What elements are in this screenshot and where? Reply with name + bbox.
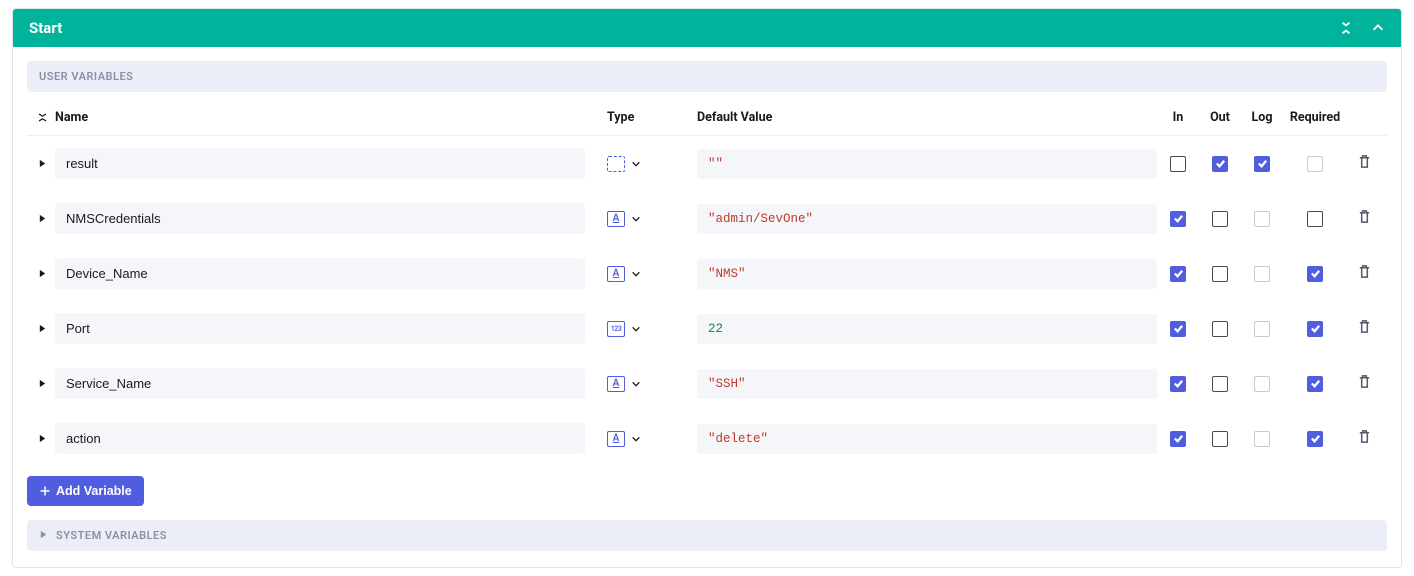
log-checkbox[interactable] bbox=[1254, 376, 1270, 392]
panel-title: Start bbox=[29, 19, 62, 37]
delete-row-button[interactable] bbox=[1357, 209, 1372, 228]
required-checkbox[interactable] bbox=[1307, 376, 1323, 392]
in-checkbox[interactable] bbox=[1170, 321, 1186, 337]
out-checkbox[interactable] bbox=[1212, 156, 1228, 172]
type-string-icon bbox=[607, 431, 625, 447]
type-select[interactable] bbox=[607, 376, 677, 392]
panel-header: Start bbox=[13, 9, 1401, 47]
default-value-input[interactable] bbox=[697, 314, 1157, 344]
delete-row-button[interactable] bbox=[1357, 429, 1372, 448]
required-checkbox[interactable] bbox=[1307, 266, 1323, 282]
in-checkbox[interactable] bbox=[1170, 266, 1186, 282]
type-string-icon bbox=[607, 211, 625, 227]
variable-name-input[interactable] bbox=[55, 148, 585, 179]
type-string-icon bbox=[607, 376, 625, 392]
out-checkbox[interactable] bbox=[1212, 266, 1228, 282]
chevron-down-icon bbox=[631, 269, 641, 279]
chevron-down-icon bbox=[631, 214, 641, 224]
variable-name-input[interactable] bbox=[55, 203, 585, 234]
variable-name-input[interactable] bbox=[55, 313, 585, 344]
header-log: Log bbox=[1241, 110, 1283, 125]
chevron-down-icon bbox=[631, 159, 641, 169]
default-value-input[interactable] bbox=[697, 369, 1157, 399]
delete-row-button[interactable] bbox=[1357, 374, 1372, 393]
panel-header-actions bbox=[1339, 21, 1385, 35]
in-checkbox[interactable] bbox=[1170, 211, 1186, 227]
chevron-down-icon bbox=[631, 324, 641, 334]
header-required: Required bbox=[1283, 110, 1347, 125]
required-checkbox[interactable] bbox=[1307, 321, 1323, 337]
log-checkbox[interactable] bbox=[1254, 321, 1270, 337]
out-checkbox[interactable] bbox=[1212, 321, 1228, 337]
add-variable-label: Add Variable bbox=[56, 484, 132, 498]
default-value-input[interactable] bbox=[697, 204, 1157, 234]
out-checkbox[interactable] bbox=[1212, 376, 1228, 392]
type-number-icon bbox=[607, 321, 625, 337]
variable-row bbox=[27, 191, 1387, 246]
type-select[interactable] bbox=[607, 321, 677, 337]
log-checkbox[interactable] bbox=[1254, 156, 1270, 172]
expand-row-icon[interactable] bbox=[33, 269, 51, 278]
chevron-up-icon[interactable] bbox=[1371, 21, 1385, 35]
delete-row-button[interactable] bbox=[1357, 319, 1372, 338]
collapse-all-icon[interactable] bbox=[33, 112, 51, 123]
chevron-down-icon bbox=[631, 379, 641, 389]
variable-name-input[interactable] bbox=[55, 368, 585, 399]
expand-row-icon[interactable] bbox=[33, 214, 51, 223]
expand-row-icon[interactable] bbox=[33, 159, 51, 168]
variable-name-input[interactable] bbox=[55, 423, 585, 454]
type-any-icon bbox=[607, 156, 625, 172]
variable-row bbox=[27, 136, 1387, 191]
variable-row bbox=[27, 411, 1387, 466]
delete-row-button[interactable] bbox=[1357, 264, 1372, 283]
required-checkbox[interactable] bbox=[1307, 431, 1323, 447]
type-select[interactable] bbox=[607, 431, 677, 447]
header-type: Type bbox=[607, 110, 677, 125]
in-checkbox[interactable] bbox=[1170, 431, 1186, 447]
variable-row bbox=[27, 246, 1387, 301]
type-select[interactable] bbox=[607, 211, 677, 227]
expand-row-icon[interactable] bbox=[33, 434, 51, 443]
default-value-input[interactable] bbox=[697, 149, 1157, 179]
variable-name-input[interactable] bbox=[55, 258, 585, 289]
expand-row-icon[interactable] bbox=[33, 379, 51, 388]
delete-row-button[interactable] bbox=[1357, 154, 1372, 173]
add-variable-button[interactable]: Add Variable bbox=[27, 476, 144, 506]
section-label: SYSTEM VARIABLES bbox=[56, 529, 167, 542]
variable-rows bbox=[27, 136, 1387, 466]
header-out: Out bbox=[1199, 110, 1241, 125]
expand-icon bbox=[39, 529, 48, 542]
variable-row bbox=[27, 301, 1387, 356]
header-name: Name bbox=[51, 110, 607, 125]
type-select[interactable] bbox=[607, 156, 677, 172]
chevron-down-icon bbox=[631, 434, 641, 444]
header-in: In bbox=[1157, 110, 1199, 125]
required-checkbox[interactable] bbox=[1307, 156, 1323, 172]
out-checkbox[interactable] bbox=[1212, 431, 1228, 447]
collapse-vertical-icon[interactable] bbox=[1339, 21, 1353, 35]
user-variables-section[interactable]: USER VARIABLES bbox=[27, 61, 1387, 92]
start-panel: Start USER VARIABLES Name Type Default V… bbox=[12, 8, 1402, 568]
header-default: Default Value bbox=[677, 110, 1157, 125]
log-checkbox[interactable] bbox=[1254, 431, 1270, 447]
system-variables-section[interactable]: SYSTEM VARIABLES bbox=[27, 520, 1387, 551]
section-label: USER VARIABLES bbox=[39, 70, 133, 83]
in-checkbox[interactable] bbox=[1170, 376, 1186, 392]
log-checkbox[interactable] bbox=[1254, 211, 1270, 227]
type-select[interactable] bbox=[607, 266, 677, 282]
default-value-input[interactable] bbox=[697, 424, 1157, 454]
panel-body: USER VARIABLES Name Type Default Value I… bbox=[13, 61, 1401, 567]
in-checkbox[interactable] bbox=[1170, 156, 1186, 172]
default-value-input[interactable] bbox=[697, 259, 1157, 289]
out-checkbox[interactable] bbox=[1212, 211, 1228, 227]
log-checkbox[interactable] bbox=[1254, 266, 1270, 282]
variable-row bbox=[27, 356, 1387, 411]
type-string-icon bbox=[607, 266, 625, 282]
required-checkbox[interactable] bbox=[1307, 211, 1323, 227]
expand-row-icon[interactable] bbox=[33, 324, 51, 333]
table-header: Name Type Default Value In Out Log Requi… bbox=[27, 100, 1387, 136]
